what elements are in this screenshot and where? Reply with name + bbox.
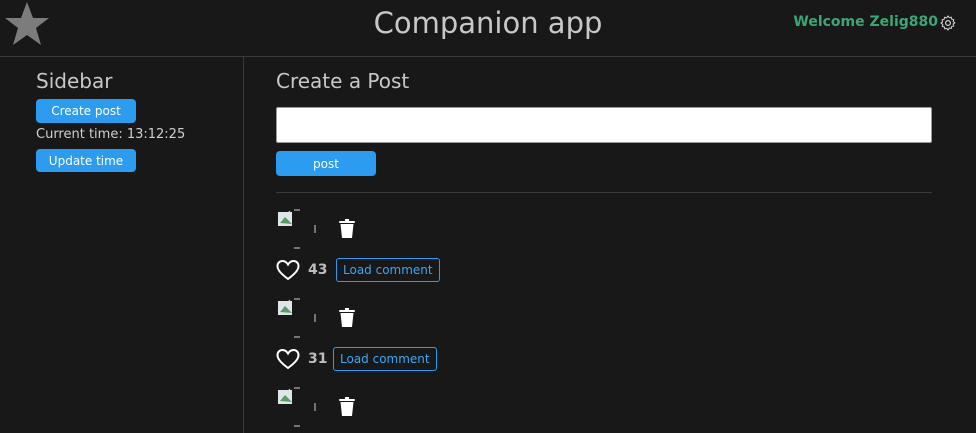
sidebar-title: Sidebar xyxy=(36,69,113,93)
post-button[interactable]: post xyxy=(276,151,376,176)
like-count: 31 xyxy=(308,351,328,367)
like-count: 43 xyxy=(308,262,328,278)
gear-icon[interactable] xyxy=(939,14,957,32)
post-textarea[interactable] xyxy=(276,107,932,143)
trash-icon[interactable] xyxy=(338,397,356,417)
update-time-button[interactable]: Update time xyxy=(36,149,136,172)
sidebar: Sidebar Create post Current time: 13:12:… xyxy=(0,57,244,433)
create-post-button[interactable]: Create post xyxy=(36,99,136,123)
trash-icon[interactable] xyxy=(338,219,356,239)
load-comment-button[interactable]: Load comment xyxy=(336,258,440,282)
load-comment-button[interactable]: Load comment xyxy=(333,347,437,371)
avatar-icon xyxy=(277,387,316,427)
avatar-icon xyxy=(277,209,316,249)
avatar-icon xyxy=(277,298,316,338)
heart-icon[interactable] xyxy=(276,348,300,370)
welcome-text: Welcome Zelig880 xyxy=(793,14,938,30)
heart-icon[interactable] xyxy=(276,259,300,281)
trash-icon[interactable] xyxy=(338,308,356,328)
current-time: Current time: 13:12:25 xyxy=(36,127,186,142)
app-header: Companion app Welcome Zelig880 xyxy=(0,0,976,57)
post-item: 31 Load comment xyxy=(276,298,932,378)
page-title: Create a Post xyxy=(276,69,410,93)
post-item: 43 Load comment xyxy=(276,209,932,289)
post-item xyxy=(276,387,932,433)
divider xyxy=(276,192,932,193)
